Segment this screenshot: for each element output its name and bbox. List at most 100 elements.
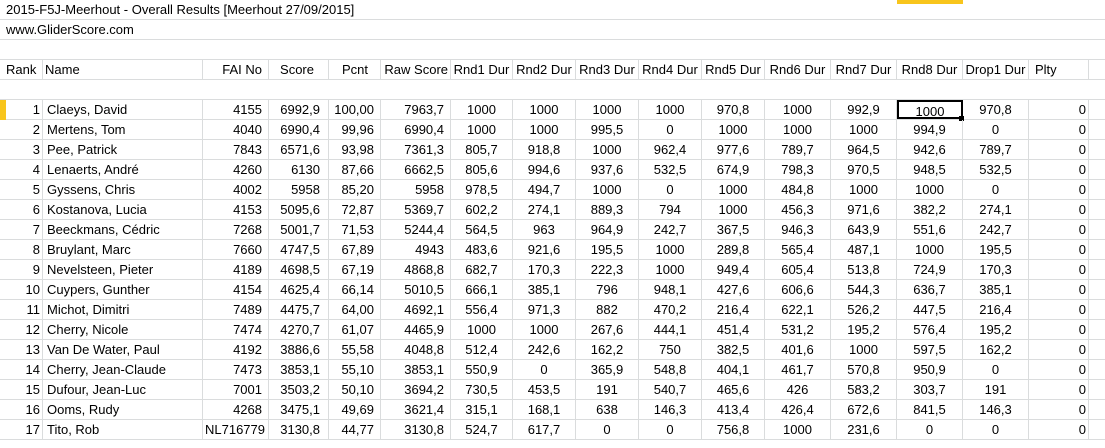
table-cell[interactable]: 0 [1029,220,1089,239]
table-cell[interactable]: 1000 [831,340,897,359]
table-cell[interactable]: 0 [1029,340,1089,359]
table-cell[interactable]: 382,5 [702,340,765,359]
table-cell[interactable]: 4260 [203,160,269,179]
table-cell[interactable]: 16 [0,400,43,419]
table-cell[interactable]: 3475,1 [269,400,329,419]
table-cell[interactable]: 4868,8 [381,260,451,279]
name-cell[interactable]: Ooms, Rudy [43,400,203,419]
header-row[interactable]: Rank Name FAI No Score Pcnt Raw Score Rnd1 Dur… [0,60,1105,80]
table-cell[interactable]: 889,3 [576,200,639,219]
table-cell[interactable]: 0 [963,120,1029,139]
table-row[interactable]: 17 Tito, Rob NL716779 3130,8 44,77 3130,8 524,… [0,420,1105,440]
table-cell[interactable]: 7361,3 [381,140,451,159]
table-cell[interactable]: 730,5 [451,380,513,399]
table-cell[interactable]: 576,4 [897,320,963,339]
table-cell[interactable]: 93,98 [329,140,381,159]
table-cell[interactable]: 6 [0,200,43,219]
table-cell[interactable]: 1000 [639,260,702,279]
table-cell[interactable]: 0 [1029,380,1089,399]
name-cell[interactable]: Van De Water, Paul [43,340,203,359]
table-cell[interactable]: 5001,7 [269,220,329,239]
table-cell[interactable]: 674,9 [702,160,765,179]
table-cell[interactable]: 638 [576,400,639,419]
name-cell[interactable]: Michot, Dimitri [43,300,203,319]
table-cell[interactable]: 1000 [451,100,513,119]
name-cell[interactable]: Gyssens, Chris [43,180,203,199]
table-cell[interactable]: 8 [0,240,43,259]
table-cell[interactable]: 7268 [203,220,269,239]
column-header[interactable]: Pcnt [329,60,381,79]
table-cell[interactable]: 216,4 [702,300,765,319]
table-cell[interactable]: 61,07 [329,320,381,339]
table-cell[interactable]: 7001 [203,380,269,399]
table-cell[interactable]: 195,2 [963,320,1029,339]
table-cell[interactable]: 0 [639,120,702,139]
table-cell[interactable]: 564,5 [451,220,513,239]
table-cell[interactable]: 1000 [513,100,576,119]
name-cell[interactable]: Cherry, Jean-Claude [43,360,203,379]
table-cell[interactable]: 0 [1029,420,1089,439]
table-cell[interactable]: 289,8 [702,240,765,259]
table-cell[interactable]: 170,3 [513,260,576,279]
table-cell[interactable]: 606,6 [765,280,831,299]
table-cell[interactable]: 918,8 [513,140,576,159]
table-cell[interactable]: 513,8 [831,260,897,279]
table-cell[interactable]: 949,4 [702,260,765,279]
title-row[interactable]: 2015-F5J-Meerhout - Overall Results [Mee… [0,0,1105,20]
table-cell[interactable]: 7 [0,220,43,239]
table-cell[interactable]: 0 [1029,360,1089,379]
table-cell[interactable]: 85,20 [329,180,381,199]
table-cell[interactable]: 1000 [513,320,576,339]
table-cell[interactable]: 948,1 [639,280,702,299]
table-cell[interactable]: 978,5 [451,180,513,199]
table-cell[interactable]: 789,7 [963,140,1029,159]
table-cell[interactable]: 71,53 [329,220,381,239]
table-cell[interactable]: 4268 [203,400,269,419]
table-cell[interactable]: 9 [0,260,43,279]
table-cell[interactable]: 3621,4 [381,400,451,419]
table-cell[interactable]: 365,9 [576,360,639,379]
table-cell[interactable]: 962,4 [639,140,702,159]
table-cell[interactable]: 1000 [702,180,765,199]
table-cell[interactable]: 565,4 [765,240,831,259]
table-cell[interactable]: 948,5 [897,160,963,179]
table-cell[interactable]: 5095,6 [269,200,329,219]
table-cell[interactable]: 921,6 [513,240,576,259]
table-cell[interactable]: 524,7 [451,420,513,439]
table-cell[interactable]: 303,7 [897,380,963,399]
name-cell[interactable]: Dufour, Jean-Luc [43,380,203,399]
table-cell[interactable]: 4048,8 [381,340,451,359]
table-cell[interactable]: 451,4 [702,320,765,339]
table-cell[interactable]: 970,8 [963,100,1029,119]
table-cell[interactable]: 470,2 [639,300,702,319]
table-cell[interactable]: 602,2 [451,200,513,219]
table-cell[interactable]: 3853,1 [269,360,329,379]
table-cell[interactable]: 724,9 [897,260,963,279]
table-cell[interactable]: 7963,7 [381,100,451,119]
table-cell[interactable]: 427,6 [702,280,765,299]
table-cell[interactable]: 7473 [203,360,269,379]
table-cell[interactable]: 55,58 [329,340,381,359]
table-cell[interactable]: 2 [0,120,43,139]
table-cell[interactable]: 0 [1029,400,1089,419]
table-cell[interactable]: 532,5 [963,160,1029,179]
table-cell[interactable]: 3694,2 [381,380,451,399]
table-cell[interactable]: 413,4 [702,400,765,419]
table-cell[interactable]: 7660 [203,240,269,259]
table-cell[interactable]: 556,4 [451,300,513,319]
table-cell[interactable]: 0 [1029,260,1089,279]
table-row[interactable]: 1 Claeys, David 4155 6992,9 100,00 7963,7 1000… [0,100,1105,121]
table-cell[interactable]: 971,6 [831,200,897,219]
table-cell[interactable]: 1000 [576,140,639,159]
table-cell[interactable]: 426 [765,380,831,399]
table-cell[interactable]: 195,5 [576,240,639,259]
table-cell[interactable]: 67,89 [329,240,381,259]
table-cell[interactable]: 550,9 [451,360,513,379]
table-cell[interactable]: 1000 [576,100,639,119]
table-cell[interactable]: 453,5 [513,380,576,399]
table-cell[interactable]: 6990,4 [381,120,451,139]
table-cell[interactable]: 4 [0,160,43,179]
name-cell[interactable]: Beeckmans, Cédric [43,220,203,239]
column-header[interactable]: Rnd7 Dur [831,60,897,79]
table-cell[interactable]: 617,7 [513,420,576,439]
